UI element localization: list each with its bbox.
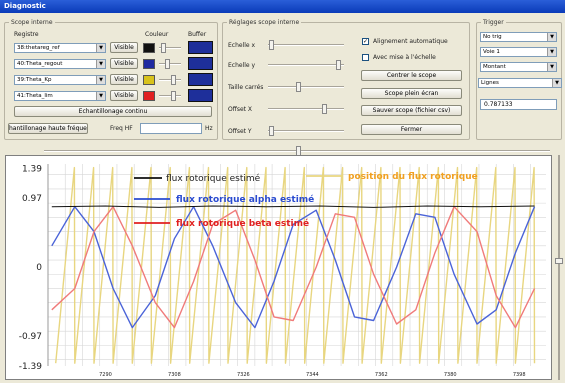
scope-chart: 1.39 0.97 0 -0.97 -1.39 7290 7308 7326 7344 7362 7… — [19, 164, 546, 378]
visible-button-3[interactable]: Visible — [110, 74, 138, 85]
legend-label: flux rotorique alpha estimé — [176, 194, 314, 205]
y-tick-label: -0.97 — [19, 332, 42, 342]
x-tick-label: 7398 — [513, 372, 526, 378]
trigger-front-select[interactable]: Montant ▼ — [480, 62, 557, 72]
taille-carres-label: Taille carrés — [228, 84, 264, 91]
x-tick-label: 7362 — [375, 372, 388, 378]
visible-button-4[interactable]: Visible — [110, 90, 138, 101]
offset-y-label: Offset Y — [228, 128, 252, 135]
y-tick-label: 0.97 — [22, 194, 42, 204]
fermer-button[interactable]: Fermer — [361, 124, 462, 135]
trigger-level-input[interactable]: 0.787133 — [480, 99, 557, 110]
offset-x-slider[interactable] — [268, 104, 344, 114]
chevron-down-icon: ▼ — [96, 44, 105, 52]
trigger-title: Trigger — [481, 19, 506, 26]
plein-ecran-button[interactable]: Scope plein écran — [361, 88, 462, 99]
legend-label: flux rotorique estimé — [166, 173, 261, 184]
echelle-x-slider[interactable] — [268, 40, 344, 50]
x-tick-label: 7344 — [306, 372, 319, 378]
echelle-y-label: Echelle y — [228, 62, 256, 69]
buffer-box-1 — [188, 41, 213, 54]
color-swatch-4[interactable] — [143, 91, 155, 101]
slider-1[interactable] — [159, 43, 181, 53]
slider-2[interactable] — [159, 59, 181, 69]
y-tick-label: -1.39 — [19, 362, 43, 372]
haute-frequence-button[interactable]: hantillonage haute fréquen — [8, 123, 88, 134]
chevron-down-icon: ▼ — [552, 79, 561, 87]
buffer-box-4 — [188, 89, 213, 102]
x-tick-label: 7326 — [237, 372, 250, 378]
freq-hf-input[interactable] — [140, 123, 202, 134]
avec-mise-label: Avec mise à l'échelle — [373, 54, 436, 61]
legend-label: position du flux rotorique — [348, 172, 478, 182]
buffer-box-3 — [188, 73, 213, 86]
check-icon: ✓ — [363, 38, 369, 45]
register-select-4[interactable]: 41:Theta_lim ▼ — [14, 91, 106, 101]
trigger-mode-select[interactable]: No trig ▼ — [480, 32, 557, 42]
couleur-header: Couleur — [145, 31, 169, 38]
visible-button-1[interactable]: Visible — [110, 42, 138, 53]
plot-vertical-scrollbar[interactable] — [555, 155, 563, 380]
scope-interne-title: Scope interne — [9, 19, 55, 26]
hz-label: Hz — [205, 125, 213, 132]
register-select-3[interactable]: 39:Theta_Kp ▼ — [14, 75, 106, 85]
alignement-label: Alignement automatique — [373, 38, 448, 45]
avec-mise-checkbox[interactable] — [362, 54, 369, 61]
alignement-checkbox[interactable]: ✓ — [362, 38, 369, 45]
y-tick-label: 0 — [36, 263, 42, 273]
reglages-title: Réglages scope interne — [227, 19, 302, 26]
taille-carres-slider[interactable] — [268, 82, 344, 92]
slider-4[interactable] — [159, 91, 181, 101]
affichage-select[interactable]: Lignes ▼ — [478, 78, 562, 88]
scope-plot-area: 1.39 0.97 0 -0.97 -1.39 7290 7308 7326 7344 7362 7… — [5, 155, 552, 380]
registre-header: Registre — [14, 31, 39, 38]
chevron-down-icon: ▼ — [547, 63, 556, 71]
legend-label: flux rotorique beta estimé — [176, 218, 309, 229]
offset-x-label: Offset X — [228, 106, 253, 113]
chevron-down-icon: ▼ — [96, 76, 105, 84]
color-swatch-1[interactable] — [143, 43, 155, 53]
color-swatch-3[interactable] — [143, 75, 155, 85]
buffer-header: Buffer — [188, 31, 207, 38]
centrer-scope-button[interactable]: Centrer le scope — [361, 70, 462, 81]
buffer-box-2 — [188, 57, 213, 70]
visible-button-2[interactable]: Visible — [110, 58, 138, 69]
offset-y-slider[interactable] — [268, 126, 344, 136]
chevron-down-icon: ▼ — [547, 33, 556, 41]
color-swatch-2[interactable] — [143, 59, 155, 69]
y-tick-label: 1.39 — [22, 164, 42, 174]
chevron-down-icon: ▼ — [96, 60, 105, 68]
chevron-down-icon: ▼ — [547, 48, 556, 56]
register-select-2[interactable]: 40:Theta_regout ▼ — [14, 59, 106, 69]
window-title: Diagnostic — [4, 2, 46, 10]
series-line-1 — [51, 205, 535, 208]
echelle-y-slider[interactable] — [268, 60, 344, 70]
x-tick-label: 7290 — [99, 372, 112, 378]
slider-3[interactable] — [159, 75, 181, 85]
freq-hf-label: Freq HF — [110, 125, 133, 132]
echantillonage-continu-button[interactable]: Echantillonage continu — [14, 106, 212, 117]
x-tick-label: 7380 — [444, 372, 457, 378]
x-tick-label: 7308 — [168, 372, 181, 378]
sauver-scope-button[interactable]: Sauver scope (fichier csv) — [361, 105, 462, 116]
trigger-voie-select[interactable]: Voie 1 ▼ — [480, 47, 557, 57]
window-titlebar: Diagnostic — [0, 0, 565, 13]
echelle-x-label: Echelle x — [228, 42, 256, 49]
chevron-down-icon: ▼ — [96, 92, 105, 100]
register-select-1[interactable]: 38:thetareg_ref ▼ — [14, 43, 106, 53]
